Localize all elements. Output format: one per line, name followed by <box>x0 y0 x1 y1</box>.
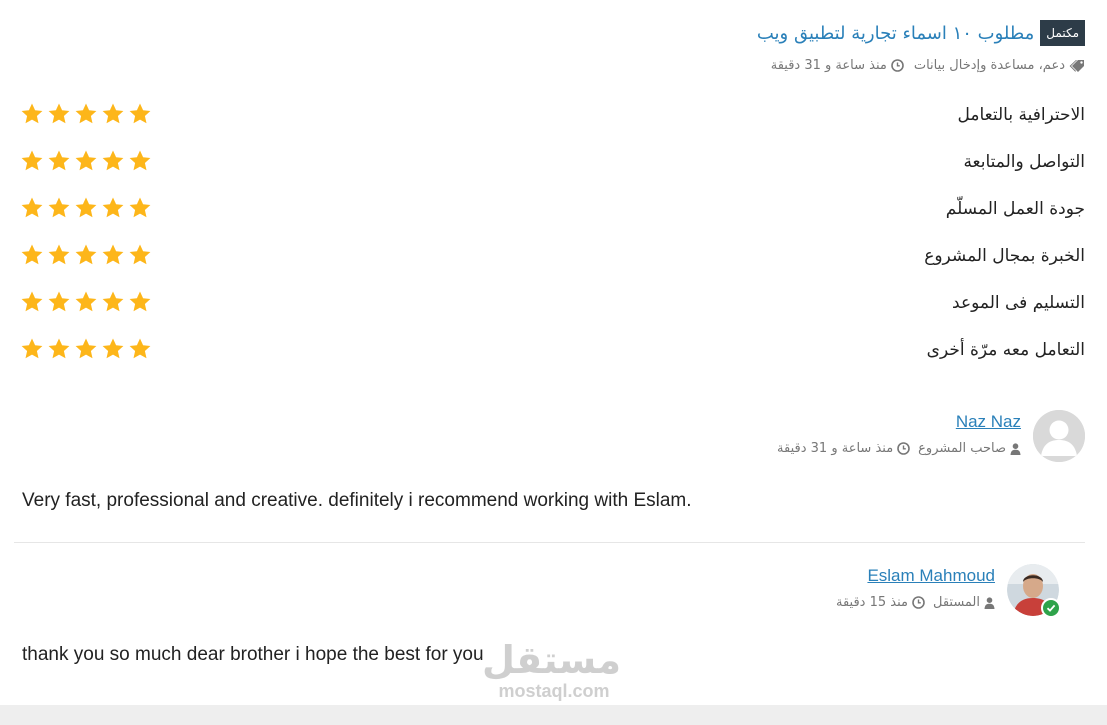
star-icon <box>129 150 151 171</box>
category-label: دعم، مساعدة وإدخال بيانات <box>913 58 1065 73</box>
star-icon <box>129 338 151 359</box>
verified-badge-icon <box>1041 598 1061 618</box>
clock-icon <box>897 442 910 455</box>
rating-label: الاحترافية بالتعامل <box>957 105 1085 125</box>
star-icon <box>75 338 97 359</box>
star-rating <box>20 102 152 126</box>
role-label: صاحب المشروع <box>918 441 1006 456</box>
star-rating <box>20 290 152 314</box>
reply-header: Eslam Mahmoud المستقل منذ 15 دقيقة <box>836 564 1061 618</box>
clock-icon <box>891 59 904 72</box>
rating-label: التسليم فى الموعد <box>952 293 1085 313</box>
rating-label: الخبرة بمجال المشروع <box>924 246 1085 266</box>
role-label: المستقل <box>932 595 980 610</box>
reviewer-info: Eslam Mahmoud المستقل منذ 15 دقيقة <box>836 564 995 610</box>
time-label: منذ 15 دقيقة <box>835 595 908 610</box>
status-badge: مكتمل <box>1040 20 1085 46</box>
star-icon <box>21 103 43 124</box>
reviewer-role: المستقل <box>933 595 995 610</box>
tags-icon <box>1069 59 1084 72</box>
footer-band <box>0 705 1107 725</box>
star-rating <box>20 196 152 220</box>
star-icon <box>21 244 43 265</box>
ratings-list: الاحترافية بالتعامل التواصل والمتابعة جودة… <box>20 100 1085 382</box>
star-icon <box>75 244 97 265</box>
clock-icon <box>912 596 925 609</box>
watermark-latin: mostaql.com <box>498 681 610 701</box>
user-icon <box>984 596 995 609</box>
mostaql-watermark: مستقل mostaql.com <box>482 638 621 708</box>
star-icon <box>21 291 43 312</box>
time-label: منذ ساعة و 31 دقيقة <box>777 441 894 456</box>
rating-label: التعامل معه مرّة أخرى <box>926 340 1085 360</box>
star-rating <box>20 337 152 361</box>
star-icon <box>129 291 151 312</box>
rating-row: جودة العمل المسلّم <box>20 194 1085 241</box>
star-icon <box>48 338 70 359</box>
default-user-avatar-icon <box>1033 410 1085 462</box>
star-icon <box>48 103 70 124</box>
avatar[interactable] <box>1007 564 1061 618</box>
star-icon <box>48 291 70 312</box>
rating-row: التسليم فى الموعد <box>20 288 1085 335</box>
star-icon <box>129 244 151 265</box>
title-row: مكتمل مطلوب ١٠ اسماء تجارية لتطبيق ويب <box>485 20 1085 46</box>
star-icon <box>102 338 124 359</box>
star-icon <box>129 197 151 218</box>
star-icon <box>102 244 124 265</box>
rating-row: الاحترافية بالتعامل <box>20 100 1085 147</box>
project-meta: دعم، مساعدة وإدخال بيانات منذ ساعة و 31 … <box>485 58 1085 73</box>
reviewer-meta: المستقل منذ 15 دقيقة <box>836 595 995 610</box>
star-icon <box>102 150 124 171</box>
project-category[interactable]: دعم، مساعدة وإدخال بيانات <box>914 58 1085 73</box>
star-icon <box>75 197 97 218</box>
time-label: منذ ساعة و 31 دقيقة <box>770 58 887 73</box>
rating-row: التواصل والمتابعة <box>20 147 1085 194</box>
star-icon <box>48 244 70 265</box>
reviewer-info: Naz Naz صاحب المشروع منذ ساعة و 31 دقيقة <box>777 410 1021 456</box>
divider <box>14 542 1085 543</box>
reviewer-name-link[interactable]: Naz Naz <box>956 412 1021 431</box>
review-text: Very fast, professional and creative. de… <box>22 490 692 511</box>
star-rating <box>20 149 152 173</box>
star-icon <box>75 150 97 171</box>
reply-text: thank you so much dear brother i hope th… <box>22 644 484 665</box>
star-icon <box>21 150 43 171</box>
star-rating <box>20 243 152 267</box>
star-icon <box>21 338 43 359</box>
reviewer-name-link[interactable]: Eslam Mahmoud <box>867 566 995 585</box>
star-icon <box>102 197 124 218</box>
review-header: Naz Naz صاحب المشروع منذ ساعة و 31 دقيقة <box>777 410 1085 462</box>
star-icon <box>102 103 124 124</box>
project-time: منذ ساعة و 31 دقيقة <box>771 58 904 73</box>
star-icon <box>48 197 70 218</box>
star-icon <box>21 197 43 218</box>
project-title-link[interactable]: مطلوب ١٠ اسماء تجارية لتطبيق ويب <box>757 23 1034 44</box>
reviewer-role: صاحب المشروع <box>918 441 1021 456</box>
project-header: مكتمل مطلوب ١٠ اسماء تجارية لتطبيق ويب د… <box>485 20 1085 73</box>
reply-time: منذ 15 دقيقة <box>836 595 925 610</box>
avatar[interactable] <box>1033 410 1085 462</box>
user-icon <box>1010 442 1021 455</box>
star-icon <box>129 103 151 124</box>
star-icon <box>102 291 124 312</box>
rating-label: التواصل والمتابعة <box>963 152 1085 172</box>
star-icon <box>75 103 97 124</box>
rating-row: التعامل معه مرّة أخرى <box>20 335 1085 382</box>
reviewer-meta: صاحب المشروع منذ ساعة و 31 دقيقة <box>777 441 1021 456</box>
star-icon <box>75 291 97 312</box>
watermark-arabic: مستقل <box>482 638 621 682</box>
rating-row: الخبرة بمجال المشروع <box>20 241 1085 288</box>
star-icon <box>48 150 70 171</box>
review-time: منذ ساعة و 31 دقيقة <box>777 441 910 456</box>
rating-label: جودة العمل المسلّم <box>945 199 1085 219</box>
